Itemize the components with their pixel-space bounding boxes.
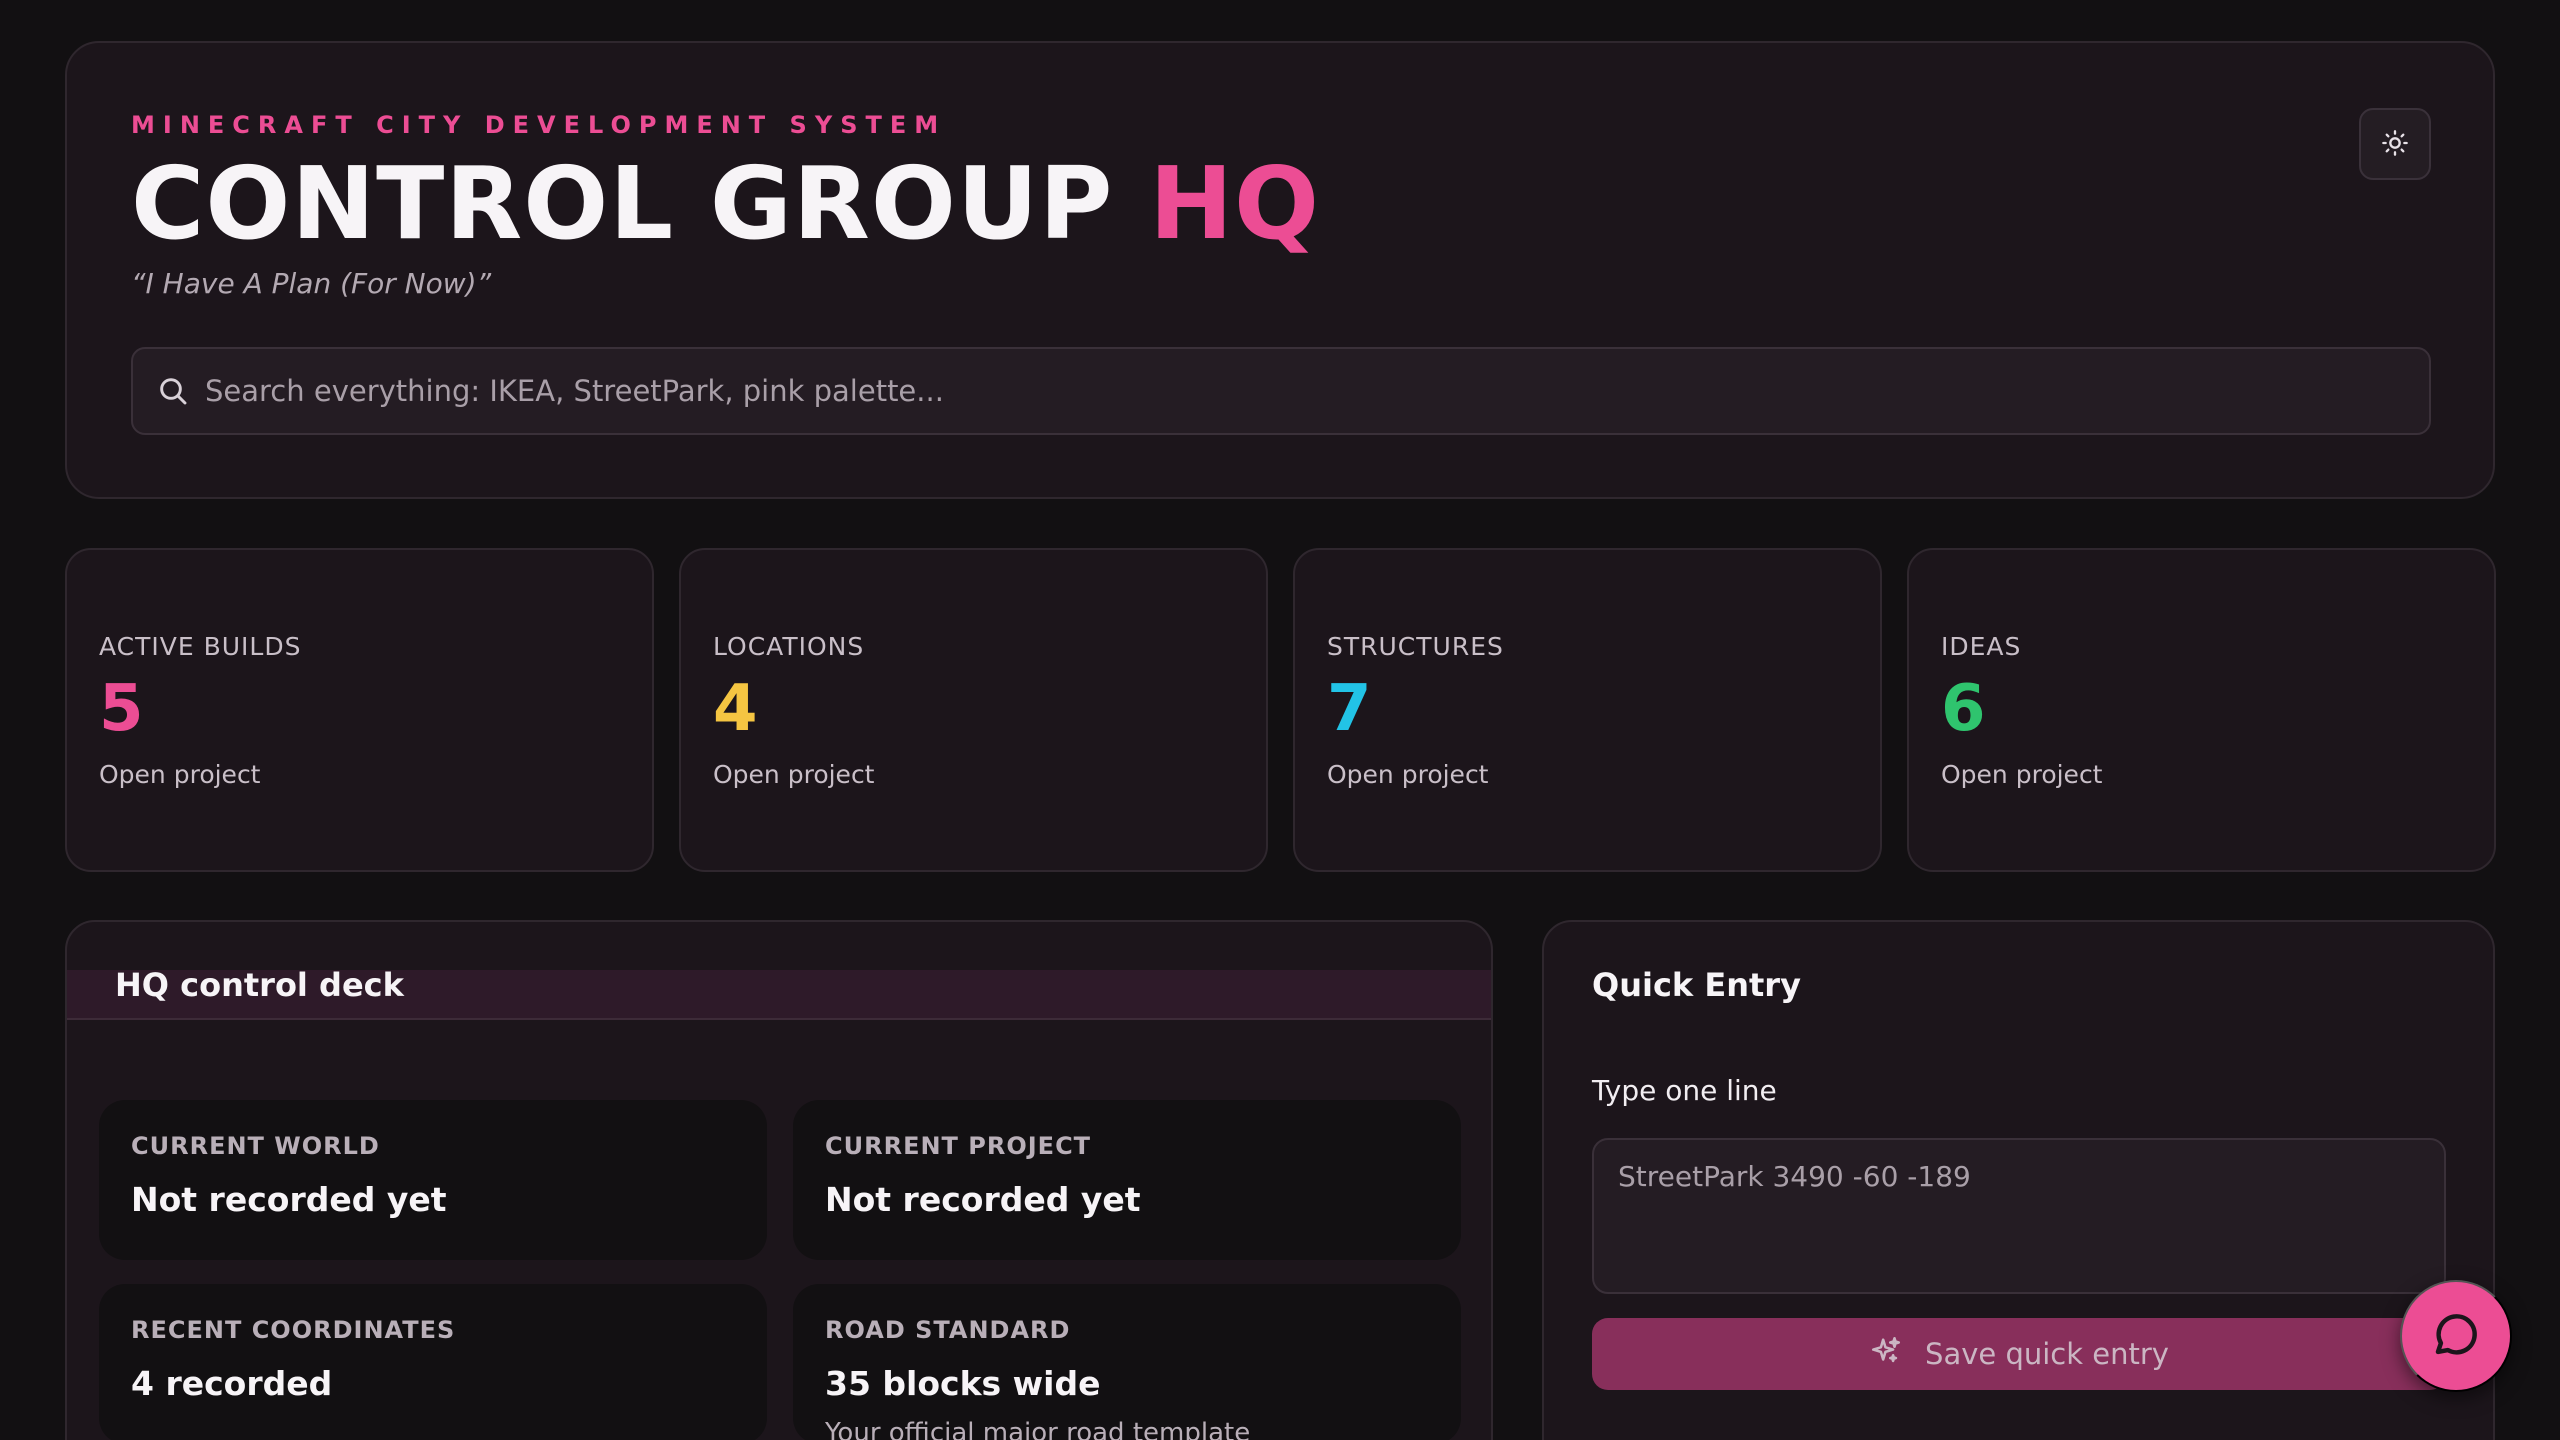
header-card: MINECRAFT CITY DEVELOPMENT SYSTEM CONTRO… bbox=[65, 41, 2495, 499]
quick-entry-title: Quick Entry bbox=[1592, 966, 1801, 1004]
hq-control-deck: HQ control deck CURRENT WORLD Not record… bbox=[65, 920, 1493, 1440]
save-quick-entry-label: Save quick entry bbox=[1925, 1337, 2169, 1371]
stat-value: 4 bbox=[713, 672, 758, 746]
stat-card-ideas[interactable]: IDEAS 6 Open project bbox=[1907, 548, 2496, 872]
page: MINECRAFT CITY DEVELOPMENT SYSTEM CONTRO… bbox=[0, 0, 2560, 1440]
quick-entry-panel: Quick Entry Type one line Save quick ent… bbox=[1542, 920, 2495, 1440]
stat-label: STRUCTURES bbox=[1327, 632, 1504, 661]
tile-label: CURRENT WORLD bbox=[131, 1132, 380, 1160]
tile-value: Not recorded yet bbox=[131, 1180, 447, 1219]
chat-bubble-icon bbox=[2429, 1308, 2483, 1365]
tile-sub: Your official major road template bbox=[825, 1418, 1251, 1440]
deck-title: HQ control deck bbox=[115, 966, 404, 1004]
tile-road-standard: ROAD STANDARD 35 blocks wide Your offici… bbox=[793, 1284, 1461, 1440]
title-accent: HQ bbox=[1149, 145, 1320, 262]
tile-label: RECENT COORDINATES bbox=[131, 1316, 456, 1344]
stat-label: IDEAS bbox=[1941, 632, 2022, 661]
tagline: “I Have A Plan (For Now)” bbox=[131, 267, 492, 300]
tile-recent-coordinates: RECENT COORDINATES 4 recorded bbox=[99, 1284, 767, 1440]
theme-toggle-button[interactable] bbox=[2359, 108, 2431, 180]
tile-current-world: CURRENT WORLD Not recorded yet bbox=[99, 1100, 767, 1260]
stat-sub: Open project bbox=[713, 760, 875, 789]
stat-label: ACTIVE BUILDS bbox=[99, 632, 302, 661]
stat-sub: Open project bbox=[1941, 760, 2103, 789]
tile-value: 4 recorded bbox=[131, 1364, 333, 1403]
stat-sub: Open project bbox=[99, 760, 261, 789]
search-input[interactable] bbox=[205, 374, 2429, 408]
tile-value: 35 blocks wide bbox=[825, 1364, 1101, 1403]
chat-fab-button[interactable] bbox=[2400, 1280, 2512, 1392]
search-box bbox=[131, 347, 2431, 435]
sun-icon bbox=[2381, 129, 2409, 160]
page-title: CONTROL GROUP HQ bbox=[131, 145, 1320, 262]
stat-value: 5 bbox=[99, 672, 144, 746]
eyebrow-text: MINECRAFT CITY DEVELOPMENT SYSTEM bbox=[131, 111, 947, 139]
stat-value: 7 bbox=[1327, 672, 1372, 746]
stat-sub: Open project bbox=[1327, 760, 1489, 789]
stat-card-locations[interactable]: LOCATIONS 4 Open project bbox=[679, 548, 1268, 872]
save-quick-entry-button[interactable]: Save quick entry bbox=[1592, 1318, 2446, 1390]
stat-card-active-builds[interactable]: ACTIVE BUILDS 5 Open project bbox=[65, 548, 654, 872]
sparkles-icon bbox=[1869, 1334, 1903, 1375]
tile-current-project: CURRENT PROJECT Not recorded yet bbox=[793, 1100, 1461, 1260]
quick-entry-input[interactable] bbox=[1592, 1138, 2446, 1294]
tile-value: Not recorded yet bbox=[825, 1180, 1141, 1219]
stat-value: 6 bbox=[1941, 672, 1986, 746]
quick-entry-label: Type one line bbox=[1592, 1074, 1777, 1107]
tile-label: ROAD STANDARD bbox=[825, 1316, 1071, 1344]
stat-card-structures[interactable]: STRUCTURES 7 Open project bbox=[1293, 548, 1882, 872]
tile-label: CURRENT PROJECT bbox=[825, 1132, 1092, 1160]
title-main: CONTROL GROUP bbox=[131, 145, 1150, 262]
search-icon bbox=[157, 374, 191, 408]
stat-label: LOCATIONS bbox=[713, 632, 865, 661]
